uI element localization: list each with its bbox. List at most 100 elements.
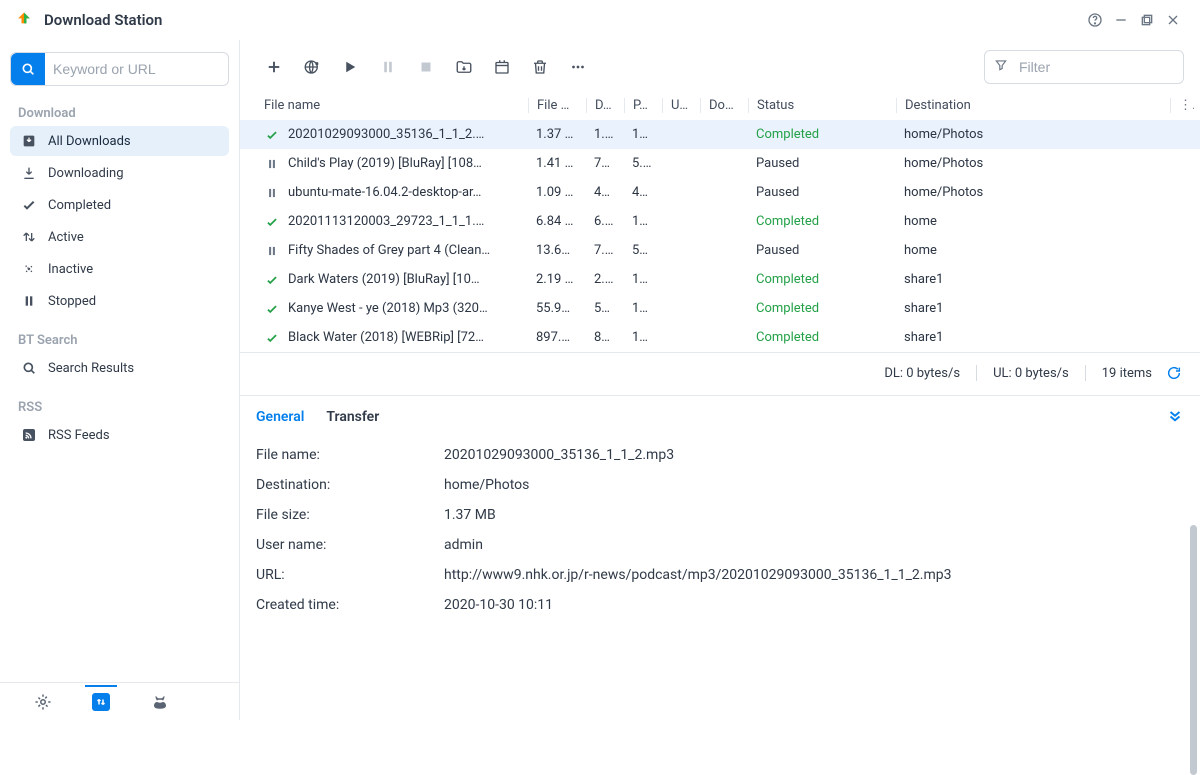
col-status[interactable]: Status [748, 98, 896, 113]
cell-file-name: Black Water (2018) [WEBRip] [72… [288, 330, 484, 345]
check-icon [20, 196, 38, 214]
open-folder-button[interactable] [446, 50, 482, 84]
sidebar-item-label: Active [48, 230, 84, 245]
cell-file-name: 20201029093000_35136_1_1_2.… [288, 127, 484, 142]
col-progress[interactable]: P… [624, 98, 662, 113]
cell-status: Completed [748, 301, 896, 316]
sidebar-item-search-results[interactable]: Search Results [10, 353, 229, 383]
cell-file-name: Dark Waters (2019) [BluRay] [10… [288, 272, 480, 287]
sidebar-item-downloading[interactable]: Downloading [10, 158, 229, 188]
detail-label-user: User name: [256, 537, 444, 553]
inactive-icon [20, 260, 38, 278]
settings-button[interactable] [27, 686, 59, 718]
resume-button[interactable] [332, 50, 368, 84]
active-icon [20, 228, 38, 246]
table-row[interactable]: 20201113120003_29723_1_1_1.…6.84 …6.…1…C… [240, 207, 1200, 236]
detail-value-filename: 20201029093000_35136_1_1_2.mp3 [444, 447, 1184, 463]
cell-file-name: Fifty Shades of Grey part 4 (Clean… [288, 243, 490, 258]
detail-label-size: File size: [256, 507, 444, 523]
add-url-button[interactable] [294, 50, 330, 84]
cell-downloaded: 6.… [586, 214, 624, 229]
cell-file-size: 1.37 … [528, 127, 586, 142]
sidebar-item-stopped[interactable]: Stopped [10, 286, 229, 316]
table-row[interactable]: Kanye West - ye (2018) Mp3 (320…55.9…5…1… [240, 294, 1200, 323]
sidebar-section-bt: BT Search [10, 327, 229, 352]
cell-status: Paused [748, 156, 896, 171]
col-menu-button[interactable]: ⋮ [1170, 98, 1194, 113]
cell-progress: 1… [624, 301, 662, 316]
minimize-button[interactable] [1108, 7, 1134, 33]
content-area: File name File … D… P… U… Do… Status Des… [240, 40, 1200, 720]
collapse-details-button[interactable] [1166, 406, 1184, 428]
app-title: Download Station [44, 11, 162, 29]
table-row[interactable]: Black Water (2018) [WEBRip] [72…897.…8…1… [240, 323, 1200, 352]
sidebar-item-label: Stopped [48, 294, 96, 309]
pause-button[interactable] [370, 50, 406, 84]
sidebar-item-all-downloads[interactable]: All Downloads [10, 126, 229, 156]
cell-destination: home [896, 214, 1170, 229]
col-downloaded[interactable]: D… [586, 98, 624, 113]
sidebar-item-label: All Downloads [48, 134, 131, 149]
cell-downloaded: 1.… [586, 127, 624, 142]
cell-progress: 5… [624, 243, 662, 258]
rss-icon [20, 426, 38, 444]
download-arrow-icon [20, 132, 38, 150]
search-icon [20, 359, 38, 377]
add-button[interactable] [256, 50, 292, 84]
cell-file-name: ubuntu-mate-16.04.2-desktop-ar… [288, 185, 481, 200]
close-button[interactable] [1160, 7, 1186, 33]
sidebar-item-active[interactable]: Active [10, 222, 229, 252]
tab-general[interactable]: General [256, 409, 304, 425]
downloading-icon [20, 164, 38, 182]
cell-status: Completed [748, 272, 896, 287]
cell-destination: share1 [896, 330, 1170, 345]
detail-value-size: 1.37 MB [444, 507, 1184, 523]
table-row[interactable]: Dark Waters (2019) [BluRay] [10…2.19 …2.… [240, 265, 1200, 294]
help-button[interactable] [1082, 7, 1108, 33]
col-file-size[interactable]: File … [528, 98, 586, 113]
downloads-table: File name File … D… P… U… Do… Status Des… [240, 90, 1200, 353]
tab-transfer[interactable]: Transfer [326, 409, 379, 425]
sidebar-bottom-bar [0, 682, 239, 720]
emule-button[interactable] [144, 686, 176, 718]
transfer-panel-button[interactable] [85, 685, 117, 717]
cell-progress: 1… [624, 272, 662, 287]
cell-downloaded: 7… [586, 156, 624, 171]
cell-status: Paused [748, 243, 896, 258]
detail-label-destination: Destination: [256, 477, 444, 493]
scrollbar-vertical[interactable] [1190, 145, 1197, 680]
cell-status: Completed [748, 330, 896, 345]
details-panel: General Transfer File name:2020102909300… [240, 395, 1200, 720]
more-button[interactable] [560, 50, 596, 84]
table-row[interactable]: Fifty Shades of Grey part 4 (Clean…13.6…… [240, 236, 1200, 265]
stop-button[interactable] [408, 50, 444, 84]
check-icon [264, 214, 280, 230]
sidebar-item-label: Inactive [48, 262, 93, 277]
sidebar-item-completed[interactable]: Completed [10, 190, 229, 220]
delete-button[interactable] [522, 50, 558, 84]
col-destination[interactable]: Destination [896, 98, 1170, 113]
cell-progress: 5.… [624, 156, 662, 171]
pause-icon [264, 156, 280, 172]
cell-destination: share1 [896, 301, 1170, 316]
col-upload[interactable]: U… [662, 98, 700, 113]
table-row[interactable]: 20201029093000_35136_1_1_2.…1.37 …1.…1…C… [240, 120, 1200, 149]
table-header[interactable]: File name File … D… P… U… Do… Status Des… [240, 90, 1200, 120]
table-row[interactable]: Child's Play (2019) [BluRay] [108…1.41 …… [240, 149, 1200, 178]
sidebar-item-inactive[interactable]: Inactive [10, 254, 229, 284]
search-button[interactable] [11, 53, 45, 85]
filter-icon [994, 58, 1008, 76]
sidebar-item-rss-feeds[interactable]: RSS Feeds [10, 420, 229, 450]
sidebar: Download All Downloads Downloading Compl… [0, 40, 240, 720]
filter-input[interactable] [984, 50, 1184, 84]
cell-destination: home/Photos [896, 185, 1170, 200]
edit-button[interactable] [484, 50, 520, 84]
col-download-speed[interactable]: Do… [700, 98, 748, 113]
maximize-button[interactable] [1134, 7, 1160, 33]
cell-downloaded: 4… [586, 185, 624, 200]
col-file-name[interactable]: File name [256, 98, 528, 113]
cell-destination: home/Photos [896, 127, 1170, 142]
refresh-button[interactable] [1162, 361, 1186, 385]
status-item-count: 19 items [1102, 366, 1152, 381]
table-row[interactable]: ubuntu-mate-16.04.2-desktop-ar…1.09 …4…4… [240, 178, 1200, 207]
